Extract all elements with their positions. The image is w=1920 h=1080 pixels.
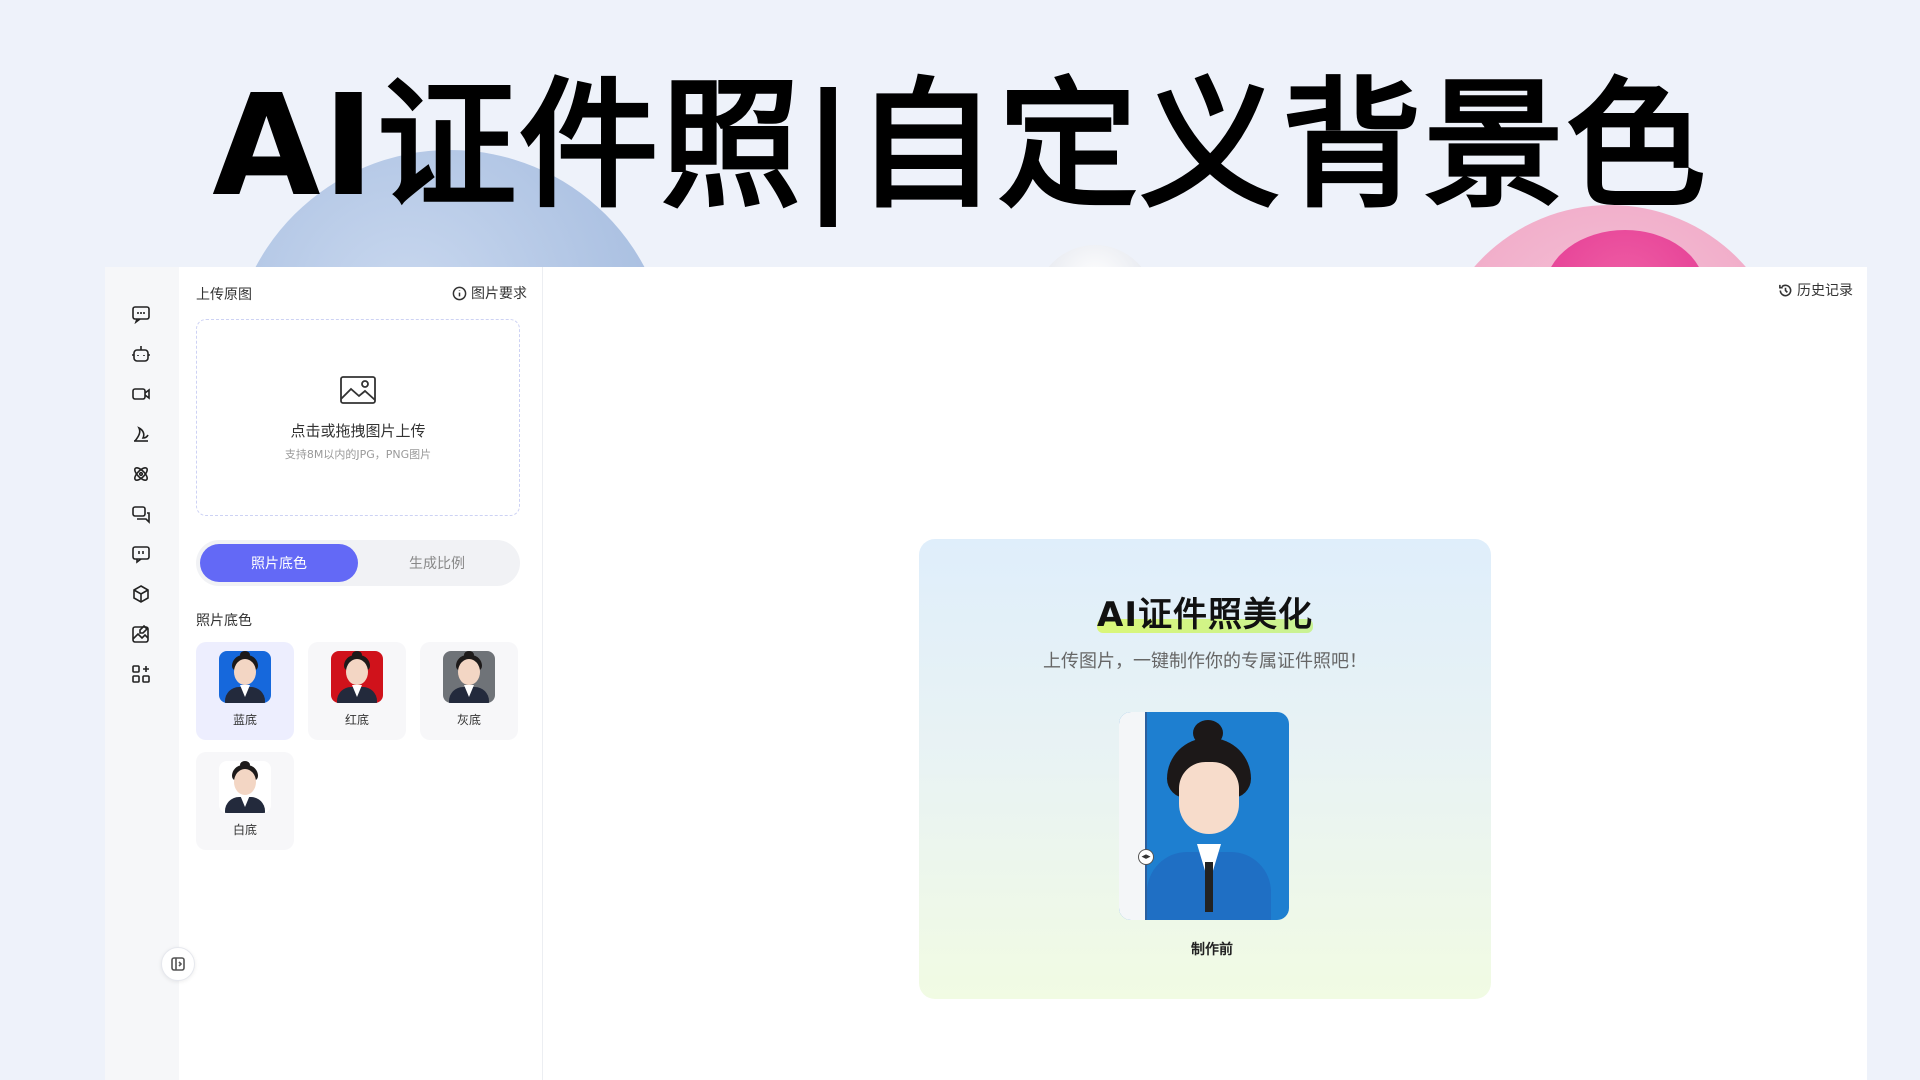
upload-main-text: 点击或拖拽图片上传 <box>290 421 426 440</box>
page-headline: AI证件照|自定义背景色 <box>212 65 1708 228</box>
history-button[interactable]: 历史记录 <box>1778 280 1853 300</box>
robot-icon[interactable] <box>130 343 152 365</box>
compare-slider-handle[interactable]: ◂▸ <box>1138 849 1154 865</box>
upload-hint-text: 支持8M以内的JPG，PNG图片 <box>284 447 432 461</box>
compare-divider <box>1145 712 1147 920</box>
comments-icon[interactable] <box>130 503 152 525</box>
collapse-sidebar-button[interactable] <box>161 947 195 981</box>
swatch-blue[interactable]: 蓝底 <box>196 642 294 740</box>
swatch-photo <box>219 761 271 813</box>
info-icon <box>452 286 467 300</box>
draw-icon[interactable] <box>130 423 152 445</box>
swatch-label: 蓝底 <box>232 713 257 727</box>
swatch-photo <box>219 651 271 703</box>
swatch-photo <box>331 651 383 703</box>
tab-photo-background[interactable]: 照片底色 <box>200 544 358 582</box>
compare-label: 制作前 <box>1191 942 1233 958</box>
image-edit-icon[interactable] <box>130 623 152 645</box>
preview-subtitle: 上传图片，一键制作你的专属证件照吧！ <box>1043 651 1367 672</box>
video-icon[interactable] <box>130 383 152 405</box>
tab-aspect-ratio[interactable]: 生成比例 <box>358 544 516 582</box>
image-requirements-link[interactable]: 图片要求 <box>452 283 527 303</box>
swatch-label: 白底 <box>232 823 257 837</box>
swatch-red[interactable]: 红底 <box>308 642 406 740</box>
history-label: 历史记录 <box>1797 283 1853 299</box>
sidebar-toggle-icon <box>171 957 185 971</box>
swatch-label: 灰底 <box>456 713 481 727</box>
chat-icon[interactable] <box>130 303 152 325</box>
upload-section-title: 上传原图 <box>196 287 252 303</box>
atom-icon[interactable] <box>130 463 152 485</box>
apps-icon[interactable] <box>130 663 152 685</box>
swatch-gray[interactable]: 灰底 <box>420 642 518 740</box>
image-requirements-label: 图片要求 <box>471 286 527 302</box>
before-image-region <box>1119 712 1147 920</box>
cube-icon[interactable] <box>130 583 152 605</box>
upload-dropzone[interactable]: 点击或拖拽图片上传 支持8M以内的JPG，PNG图片 <box>196 319 520 516</box>
message-icon[interactable] <box>130 543 152 565</box>
swatch-photo <box>443 651 495 703</box>
preview-title: AI证件照美化 <box>1097 595 1313 635</box>
settings-panel: 上传原图 图片要求 点击或拖拽图片上传 支持8M以内的JPG，PNG图片 照片底… <box>179 267 543 1080</box>
swatch-white[interactable]: 白底 <box>196 752 294 850</box>
before-after-compare[interactable]: ◂▸ <box>1119 712 1289 920</box>
option-tabs: 照片底色 生成比例 <box>196 540 520 586</box>
app-window: 上传原图 图片要求 点击或拖拽图片上传 支持8M以内的JPG，PNG图片 照片底… <box>105 267 1867 1080</box>
image-icon <box>339 374 377 410</box>
background-color-label: 照片底色 <box>196 613 252 629</box>
swatch-label: 红底 <box>344 713 369 727</box>
preview-card: AI证件照美化 上传图片，一键制作你的专属证件照吧！ ◂▸ 制作前 <box>919 539 1491 999</box>
history-icon <box>1779 284 1792 296</box>
